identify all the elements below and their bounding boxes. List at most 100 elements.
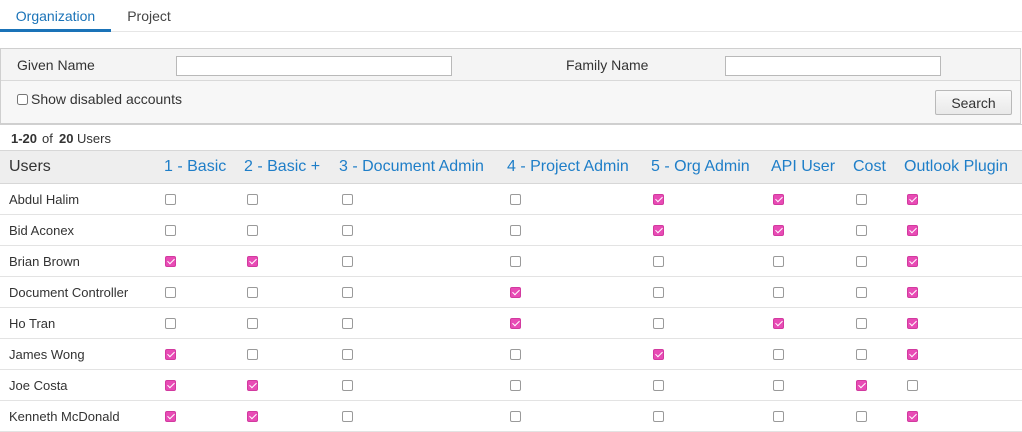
role-checkbox[interactable] xyxy=(165,349,176,360)
role-checkbox[interactable] xyxy=(342,318,353,329)
column-header-org-admin[interactable]: 5 - Org Admin xyxy=(651,158,750,176)
role-checkbox[interactable] xyxy=(510,411,521,422)
role-checkbox[interactable] xyxy=(247,225,258,236)
role-checkbox[interactable] xyxy=(510,318,521,329)
role-checkbox[interactable] xyxy=(653,411,664,422)
role-checkbox[interactable] xyxy=(165,318,176,329)
role-checkbox[interactable] xyxy=(856,194,867,205)
column-header-basic[interactable]: 1 - Basic xyxy=(164,158,226,176)
role-checkbox[interactable] xyxy=(247,349,258,360)
show-disabled-checkbox[interactable] xyxy=(17,94,28,105)
role-checkbox[interactable] xyxy=(342,380,353,391)
role-checkbox[interactable] xyxy=(907,287,918,298)
table-row: Ho Tran xyxy=(0,308,1022,339)
role-checkbox[interactable] xyxy=(510,349,521,360)
role-checkbox[interactable] xyxy=(856,318,867,329)
table-row: Bid Aconex xyxy=(0,215,1022,246)
family-name-input[interactable] xyxy=(725,56,941,76)
user-name: Abdul Halim xyxy=(9,192,80,207)
role-checkbox[interactable] xyxy=(907,349,918,360)
table-row: Joe Costa xyxy=(0,370,1022,401)
table-row: Brian Brown xyxy=(0,246,1022,277)
role-checkbox[interactable] xyxy=(856,380,867,391)
role-checkbox[interactable] xyxy=(653,380,664,391)
count-suffix: Users xyxy=(77,131,111,146)
role-checkbox[interactable] xyxy=(165,194,176,205)
role-checkbox[interactable] xyxy=(773,318,784,329)
filter-panel: Given Name Family Name Show disabled acc… xyxy=(0,48,1021,124)
role-checkbox[interactable] xyxy=(653,349,664,360)
options-row: Show disabled accounts Search xyxy=(1,81,1020,124)
given-name-input[interactable] xyxy=(176,56,452,76)
role-checkbox[interactable] xyxy=(773,256,784,267)
user-name: Joe Costa xyxy=(9,378,68,393)
role-checkbox[interactable] xyxy=(165,380,176,391)
show-disabled-option[interactable]: Show disabled accounts xyxy=(17,91,182,107)
role-checkbox[interactable] xyxy=(907,380,918,391)
user-name: Brian Brown xyxy=(9,254,80,269)
role-checkbox[interactable] xyxy=(653,194,664,205)
column-header-cost[interactable]: Cost xyxy=(853,158,886,176)
role-checkbox[interactable] xyxy=(247,287,258,298)
role-checkbox[interactable] xyxy=(342,225,353,236)
role-checkbox[interactable] xyxy=(773,380,784,391)
role-checkbox[interactable] xyxy=(773,349,784,360)
role-checkbox[interactable] xyxy=(342,256,353,267)
role-checkbox[interactable] xyxy=(907,411,918,422)
role-checkbox[interactable] xyxy=(653,318,664,329)
role-checkbox[interactable] xyxy=(856,349,867,360)
role-checkbox[interactable] xyxy=(653,287,664,298)
role-checkbox[interactable] xyxy=(907,225,918,236)
count-total: 20 xyxy=(59,131,74,146)
role-checkbox[interactable] xyxy=(247,194,258,205)
role-checkbox[interactable] xyxy=(165,287,176,298)
table-row: James Wong xyxy=(0,339,1022,370)
column-header-project-admin[interactable]: 4 - Project Admin xyxy=(507,158,629,176)
tab-project[interactable]: Project xyxy=(117,0,181,32)
role-checkbox[interactable] xyxy=(342,287,353,298)
user-name: Ho Tran xyxy=(9,316,56,331)
column-header-document-admin[interactable]: 3 - Document Admin xyxy=(339,158,484,176)
show-disabled-label: Show disabled accounts xyxy=(31,91,182,107)
role-checkbox[interactable] xyxy=(773,225,784,236)
role-checkbox[interactable] xyxy=(165,256,176,267)
user-name: Document Controller xyxy=(9,285,129,300)
role-checkbox[interactable] xyxy=(773,194,784,205)
table-row: Kenneth McDonald xyxy=(0,401,1022,432)
role-checkbox[interactable] xyxy=(165,225,176,236)
role-checkbox[interactable] xyxy=(773,411,784,422)
role-checkbox[interactable] xyxy=(907,194,918,205)
column-header-basic-plus[interactable]: 2 - Basic + xyxy=(244,158,320,176)
role-checkbox[interactable] xyxy=(856,411,867,422)
role-checkbox[interactable] xyxy=(510,287,521,298)
user-name: Kenneth McDonald xyxy=(9,409,120,424)
role-checkbox[interactable] xyxy=(653,225,664,236)
role-checkbox[interactable] xyxy=(247,380,258,391)
tab-organization[interactable]: Organization xyxy=(0,0,111,32)
role-checkbox[interactable] xyxy=(510,194,521,205)
table-header: Users 1 - Basic 2 - Basic + 3 - Document… xyxy=(0,150,1022,184)
table-row: Document Controller xyxy=(0,277,1022,308)
column-header-api-user[interactable]: API User xyxy=(771,158,835,176)
role-checkbox[interactable] xyxy=(342,411,353,422)
role-checkbox[interactable] xyxy=(510,225,521,236)
role-checkbox[interactable] xyxy=(510,256,521,267)
role-checkbox[interactable] xyxy=(165,411,176,422)
user-name: James Wong xyxy=(9,347,85,362)
role-checkbox[interactable] xyxy=(342,349,353,360)
role-checkbox[interactable] xyxy=(510,380,521,391)
role-checkbox[interactable] xyxy=(907,256,918,267)
result-count: 1-20 of 20 Users xyxy=(0,124,1022,150)
role-checkbox[interactable] xyxy=(856,287,867,298)
search-button[interactable]: Search xyxy=(935,90,1012,115)
role-checkbox[interactable] xyxy=(653,256,664,267)
role-checkbox[interactable] xyxy=(342,194,353,205)
role-checkbox[interactable] xyxy=(907,318,918,329)
role-checkbox[interactable] xyxy=(247,318,258,329)
role-checkbox[interactable] xyxy=(247,256,258,267)
role-checkbox[interactable] xyxy=(856,225,867,236)
role-checkbox[interactable] xyxy=(247,411,258,422)
role-checkbox[interactable] xyxy=(856,256,867,267)
column-header-outlook-plugin[interactable]: Outlook Plugin xyxy=(904,158,1008,176)
role-checkbox[interactable] xyxy=(773,287,784,298)
